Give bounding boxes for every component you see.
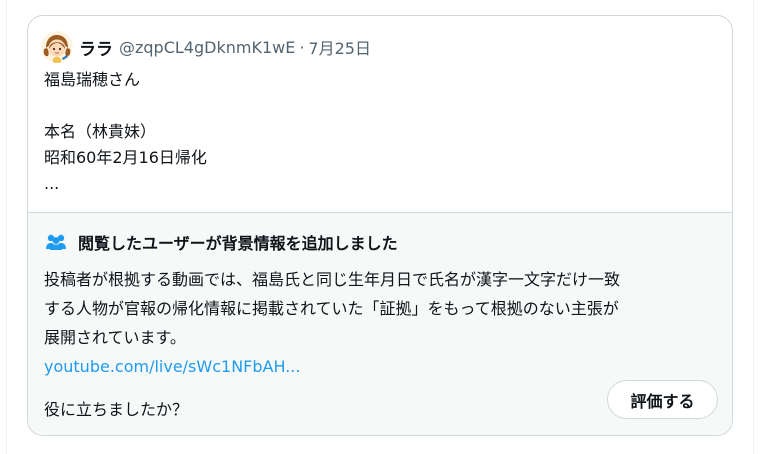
community-note: 閲覧したユーザーが背景情報を追加しました 投稿者が根拠する動画では、福島氏と同じ… [28, 212, 732, 435]
community-note-body: 投稿者が根拠する動画では、福島氏と同じ生年月日で氏名が漢字一文字だけ一致 する人… [44, 265, 716, 381]
tweet-header: ララ @zqpCL4gDknmK1wE · 7月25日 [41, 31, 371, 63]
community-note-body-line: 投稿者が根拠する動画では、福島氏と同じ生年月日で氏名が漢字一文字だけ一致 [44, 270, 621, 289]
community-note-title: 閲覧したユーザーが背景情報を追加しました [78, 234, 398, 253]
tweet-line-name: 福島瑞穂さん [44, 70, 141, 89]
tweet-line-naturalization-date: 昭和60年2月16日帰化 [44, 148, 207, 167]
community-note-header: 閲覧したユーザーが背景情報を追加しました [44, 230, 398, 254]
tweet-line-ellipsis: ... [44, 174, 60, 193]
helpful-question: 役に立ちましたか？ [44, 400, 189, 419]
community-note-body-line: 展開されています。 [44, 328, 186, 347]
separator-dot: · [299, 37, 305, 57]
community-note-body-line: する人物が官報の帰化情報に掲載されていた「証拠」をもって根拠のない主張が [44, 299, 619, 318]
timeline-right-border [753, 0, 754, 454]
tweet-date[interactable]: 7月25日 [308, 35, 371, 59]
source-link[interactable]: youtube.com/live/sWc1NFbAH... [44, 352, 716, 381]
user-handle[interactable]: @zqpCL4gDknmK1wE [119, 38, 295, 57]
display-name[interactable]: ララ [79, 35, 113, 60]
people-icon [46, 234, 66, 250]
tweet-text: 福島瑞穂さん 本名（林貴妹） 昭和60年2月16日帰化 ... [44, 67, 714, 197]
tweet-line-real-name: 本名（林貴妹） [44, 122, 157, 141]
avatar-girl-icon[interactable] [41, 31, 73, 63]
rate-note-button[interactable]: 評価する [607, 380, 718, 419]
page-frame: ララ @zqpCL4gDknmK1wE · 7月25日 福島瑞穂さん 本名（林貴… [0, 0, 760, 454]
timeline-left-border [6, 0, 7, 454]
quoted-tweet-card[interactable]: ララ @zqpCL4gDknmK1wE · 7月25日 福島瑞穂さん 本名（林貴… [27, 15, 733, 436]
